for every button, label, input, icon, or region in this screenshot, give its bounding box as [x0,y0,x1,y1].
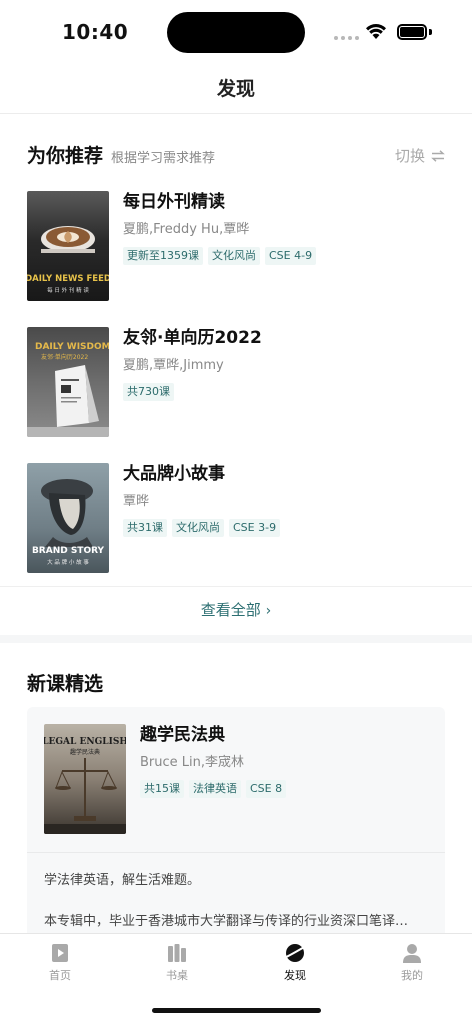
tab-label: 书桌 [166,969,188,982]
swap-icon [431,149,445,162]
course-cover: DAILY NEWS FEED 每 日 外 刊 精 读 [27,191,109,301]
course-authors: Bruce Lin,李宬林 [140,755,245,770]
status-bar: 10:40 [0,0,472,64]
section-divider [0,635,472,643]
card-divider [27,852,445,853]
tab-home[interactable]: 首页 [30,942,90,983]
course-tag: CSE 8 [246,780,287,798]
books-icon [168,944,186,962]
new-courses-title: 新课精选 [27,673,104,695]
planet-icon [283,944,307,962]
page-title: 发现 [216,78,255,100]
new-course-card[interactable]: LEGAL ENGLISH 趣学民法典 趣学民法典 Bruce Lin,李宬林 … [27,707,445,947]
switch-button[interactable]: 切换 [395,145,445,166]
tab-label: 我的 [401,969,423,982]
course-tag: 文化风尚 [208,247,260,265]
cover-subtitle-text: 友邻·单向历2022 [41,353,88,361]
course-tag: 法律英语 [189,780,241,798]
course-item-daily-news-feed[interactable]: DAILY NEWS FEED 每 日 外 刊 精 读 每日外刊精读 夏鹏,Fr… [27,191,447,301]
home-indicator [152,1008,321,1013]
course-title: 大品牌小故事 [123,464,225,484]
view-all-label: 查看全部 [200,601,261,619]
course-authors: 夏鹏,Freddy Hu,覃晔 [123,222,250,237]
battery-icon [397,24,427,40]
cover-subtitle-text: 大 品 牌 小 故 事 [47,558,89,566]
course-tag: 共31课 [123,519,167,537]
course-tag: 共730课 [123,383,174,401]
person-icon [403,944,421,963]
course-cover: BRAND STORY 大 品 牌 小 故 事 [27,463,109,573]
cover-subtitle-text: 每 日 外 刊 精 读 [47,286,89,294]
course-tag: 更新至1359课 [123,247,203,265]
course-description-line: 本专辑中，毕业于香港城市大学翻译与传译的行业资深口笔译… [44,914,409,929]
cover-title-text: LEGAL ENGLISH [44,737,126,747]
status-time: 10:40 [62,20,129,44]
course-tag: 共15课 [140,780,184,798]
course-authors: 覃晔 [123,494,150,509]
play-icon [52,944,68,962]
course-tag: CSE 4-9 [265,247,317,265]
course-title: 每日外刊精读 [123,192,225,212]
cover-title-text: DAILY WISDOM [35,342,109,352]
course-cover: LEGAL ENGLISH 趣学民法典 [44,724,126,834]
new-courses-section: 新课精选 LEGAL ENGLISH 趣学民法典 趣学民法典 Bruce Lin… [0,643,472,947]
chevron-right-icon: › [265,603,272,619]
tab-label: 首页 [49,969,71,982]
course-title: 友邻·单向历2022 [123,328,262,348]
tab-me[interactable]: 我的 [382,942,442,983]
wifi-icon [366,23,386,39]
tab-desk[interactable]: 书桌 [147,942,207,983]
recommend-subtitle: 根据学习需求推荐 [111,151,216,166]
course-authors: 夏鹏,覃晔,Jimmy [123,358,224,373]
course-tag: 文化风尚 [172,519,224,537]
page-header: 发现 [0,64,472,114]
course-item-daily-wisdom[interactable]: DAILY WISDOM 友邻·单向历2022 友邻·单向历2022 夏鹏,覃晔… [27,327,447,437]
cover-subtitle-text: 趣学民法典 [70,748,100,756]
course-cover: DAILY WISDOM 友邻·单向历2022 [27,327,109,437]
course-title: 趣学民法典 [140,725,225,745]
course-item-brand-story[interactable]: BRAND STORY 大 品 牌 小 故 事 大品牌小故事 覃晔 共31课 文… [27,463,447,573]
cover-title-text: BRAND STORY [32,546,105,556]
tab-discover[interactable]: 发现 [265,942,325,983]
recommend-title: 为你推荐 [27,145,104,167]
view-all-button[interactable]: 查看全部 › [0,586,472,634]
recommend-header: 为你推荐 根据学习需求推荐 [27,141,215,168]
new-courses-header: 新课精选 [27,669,103,696]
cover-title-text: DAILY NEWS FEED [27,274,109,284]
course-tag: CSE 3-9 [229,519,281,537]
dynamic-island [167,12,305,53]
switch-label: 切换 [394,147,425,165]
course-description-line: 学法律英语，解生活难题。 [44,873,201,888]
recommend-section: 为你推荐 根据学习需求推荐 切换 DAILY NEWS FEED 每 日 外 刊… [0,115,472,635]
cellular-signal-icon [334,36,359,40]
tab-label: 发现 [284,969,306,982]
